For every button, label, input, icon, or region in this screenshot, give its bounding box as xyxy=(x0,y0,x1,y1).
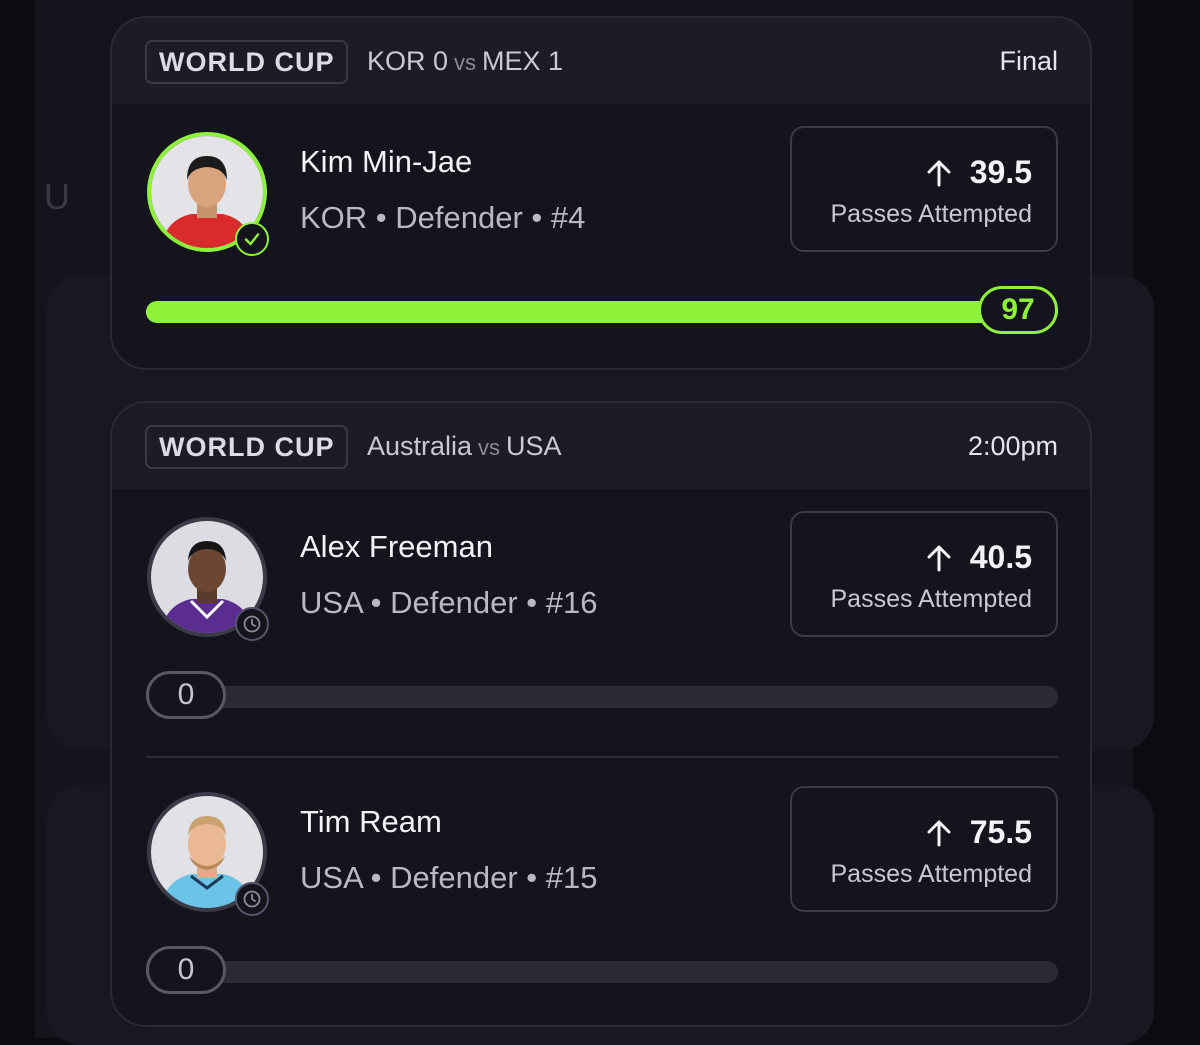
stat-label: Passes Attempted xyxy=(830,200,1032,228)
game-card-aus-usa[interactable]: WORLD CUP Australia vs USA 2:00pm Alex Fre… xyxy=(110,401,1092,1027)
game-status: Final xyxy=(999,46,1058,76)
player-info: KOR • Defender • #4 xyxy=(300,200,586,235)
background-heading-fragment: U xyxy=(44,176,70,217)
matchup: KOR 0 vs MEX 1 xyxy=(367,46,563,77)
player-row[interactable]: Kim Min-Jae KOR • Defender • #4 39.5 Pas… xyxy=(112,104,1090,368)
player-name: Tim Ream xyxy=(300,804,442,839)
game-card-header: WORLD CUP Australia vs USA 2:00pm xyxy=(112,403,1090,489)
league-badge: WORLD CUP xyxy=(145,425,349,469)
away-team: MEX 1 xyxy=(482,46,564,76)
player-info: USA • Defender • #15 xyxy=(300,860,598,895)
progress-track: 97 xyxy=(146,286,1058,334)
game-card-header: WORLD CUP KOR 0 vs MEX 1 Final xyxy=(112,18,1090,104)
home-team: Australia xyxy=(367,431,473,461)
row-divider xyxy=(146,756,1058,758)
home-team: KOR 0 xyxy=(367,46,449,76)
progress-track: 0 xyxy=(146,946,1058,994)
clock-icon xyxy=(235,882,269,916)
game-card-kor-mex[interactable]: WORLD CUP KOR 0 vs MEX 1 Final Kim Min-Jae… xyxy=(110,16,1092,370)
vs-label: vs xyxy=(454,50,477,75)
progress-track: 0 xyxy=(146,671,1058,719)
stat-label: Passes Attempted xyxy=(830,585,1032,613)
check-icon xyxy=(235,222,269,256)
projection-box[interactable]: 75.5 Passes Attempted xyxy=(790,786,1058,912)
arrow-up-icon xyxy=(927,160,951,186)
arrow-up-icon xyxy=(927,545,951,571)
progress-value: 0 xyxy=(146,671,226,719)
player-name: Kim Min-Jae xyxy=(300,144,473,179)
vs-label: vs xyxy=(478,435,501,460)
stat-label: Passes Attempted xyxy=(830,860,1032,888)
player-info: USA • Defender • #16 xyxy=(300,585,598,620)
progress-value: 0 xyxy=(146,946,226,994)
line-value: 40.5 xyxy=(969,539,1032,575)
player-row[interactable]: Tim Ream USA • Defender • #15 75.5 Passe… xyxy=(112,768,1090,1025)
projection-line: 40.5 xyxy=(924,539,1032,576)
progress-fill xyxy=(146,301,1058,323)
clock-icon xyxy=(235,607,269,641)
projection-line: 75.5 xyxy=(924,814,1032,851)
player-name: Alex Freeman xyxy=(300,529,493,564)
line-value: 39.5 xyxy=(969,154,1032,190)
league-badge: WORLD CUP xyxy=(145,40,349,84)
game-status: 2:00pm xyxy=(967,431,1058,461)
projection-box[interactable]: 40.5 Passes Attempted xyxy=(790,511,1058,637)
away-team: USA xyxy=(506,431,562,461)
line-value: 75.5 xyxy=(969,814,1032,850)
projection-box[interactable]: 39.5 Passes Attempted xyxy=(790,126,1058,252)
matchup: Australia vs USA xyxy=(367,431,562,462)
arrow-up-icon xyxy=(927,820,951,846)
projection-line: 39.5 xyxy=(924,154,1032,191)
player-row[interactable]: Alex Freeman USA • Defender • #16 40.5 P… xyxy=(112,489,1090,764)
progress-value: 97 xyxy=(978,286,1058,334)
